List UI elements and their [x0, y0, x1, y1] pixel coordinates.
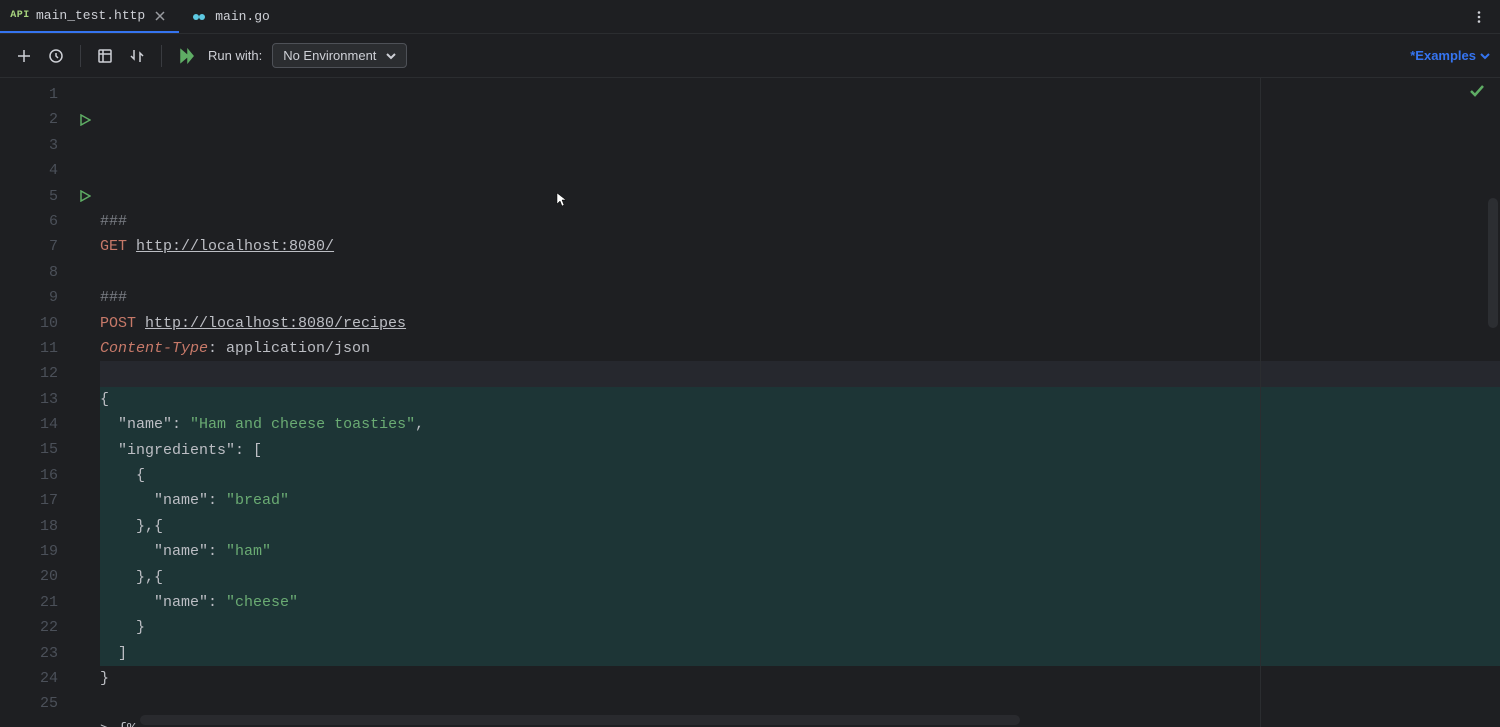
- tab-main-test-http[interactable]: API main_test.http: [0, 0, 179, 33]
- code-line[interactable]: {: [100, 387, 1500, 412]
- gutter-line: 9: [0, 285, 100, 310]
- gutter-line: 8: [0, 260, 100, 285]
- code-line[interactable]: {: [100, 463, 1500, 488]
- tab-label: main_test.http: [36, 8, 145, 23]
- gutter-line: 3: [0, 133, 100, 158]
- go-file-icon: [191, 9, 207, 25]
- code-line[interactable]: },{: [100, 514, 1500, 539]
- gutter-line: 2: [0, 107, 100, 132]
- examples-label: *Examples: [1410, 48, 1476, 63]
- gutter-line: 15: [0, 437, 100, 462]
- gutter-line: 23: [0, 641, 100, 666]
- code-line[interactable]: [100, 691, 1500, 716]
- vertical-scrollbar[interactable]: [1488, 198, 1498, 328]
- code-line[interactable]: ###: [100, 285, 1500, 310]
- gutter-line: 21: [0, 590, 100, 615]
- add-request-button[interactable]: [10, 42, 38, 70]
- code-line[interactable]: GET http://localhost:8080/: [100, 234, 1500, 259]
- chevron-down-icon: [1480, 51, 1490, 61]
- gutter-line: 19: [0, 539, 100, 564]
- gutter-line: 16: [0, 463, 100, 488]
- gutter-line: 4: [0, 158, 100, 183]
- examples-button[interactable]: *Examples: [1410, 48, 1490, 63]
- gutter-line: 1: [0, 82, 100, 107]
- run-request-icon[interactable]: [78, 113, 92, 127]
- gutter-line: 11: [0, 336, 100, 361]
- gutter-line: 12: [0, 361, 100, 386]
- close-icon[interactable]: [153, 9, 167, 23]
- code-line[interactable]: },{: [100, 565, 1500, 590]
- code-line[interactable]: ###: [100, 209, 1500, 234]
- tab-label: main.go: [215, 9, 270, 24]
- convert-button[interactable]: [123, 42, 151, 70]
- gutter-line: 13: [0, 387, 100, 412]
- structure-button[interactable]: [91, 42, 119, 70]
- run-request-icon[interactable]: [78, 189, 92, 203]
- tab-bar: API main_test.http main.go: [0, 0, 1500, 34]
- gutter-line: 17: [0, 488, 100, 513]
- gutter-line: 24: [0, 666, 100, 691]
- run-with-label: Run with:: [208, 48, 262, 63]
- environment-value: No Environment: [283, 48, 376, 63]
- environment-select[interactable]: No Environment: [272, 43, 407, 68]
- gutter-line: 6: [0, 209, 100, 234]
- code-area[interactable]: ###GET http://localhost:8080/###POST htt…: [100, 78, 1500, 727]
- gutter-line: 10: [0, 311, 100, 336]
- gutter-line: 14: [0, 412, 100, 437]
- horizontal-scrollbar[interactable]: [140, 715, 1020, 725]
- tab-options-button[interactable]: [1464, 0, 1494, 33]
- code-line[interactable]: "ingredients": [: [100, 438, 1500, 463]
- gutter-line: 7: [0, 234, 100, 259]
- run-all-button[interactable]: [172, 42, 200, 70]
- toolbar-separator: [161, 45, 162, 67]
- gutter-line: 25: [0, 691, 100, 716]
- code-line[interactable]: Content-Type: application/json: [100, 336, 1500, 361]
- code-line[interactable]: [100, 260, 1500, 285]
- toolbar-separator: [80, 45, 81, 67]
- code-line[interactable]: "name": "Ham and cheese toasties",: [100, 412, 1500, 437]
- chevron-down-icon: [386, 51, 396, 61]
- code-line[interactable]: [100, 361, 1500, 386]
- code-editor[interactable]: 1234567891011121314151617181920212223242…: [0, 78, 1500, 727]
- code-line[interactable]: }: [100, 615, 1500, 640]
- code-line[interactable]: "name": "cheese": [100, 590, 1500, 615]
- inspection-ok-icon[interactable]: [1468, 82, 1486, 100]
- gutter-line: 20: [0, 564, 100, 589]
- code-line[interactable]: POST http://localhost:8080/recipes: [100, 311, 1500, 336]
- code-line[interactable]: "name": "bread": [100, 488, 1500, 513]
- gutter-line: 22: [0, 615, 100, 640]
- http-file-icon: API: [12, 8, 28, 24]
- history-button[interactable]: [42, 42, 70, 70]
- gutter: 1234567891011121314151617181920212223242…: [0, 78, 100, 727]
- mouse-cursor-icon: [502, 167, 514, 183]
- code-line[interactable]: ]: [100, 641, 1500, 666]
- right-margin-guide: [1260, 78, 1261, 727]
- gutter-line: 18: [0, 514, 100, 539]
- code-line[interactable]: "name": "ham": [100, 539, 1500, 564]
- tab-main-go[interactable]: main.go: [179, 0, 282, 33]
- http-toolbar: Run with: No Environment *Examples: [0, 34, 1500, 78]
- gutter-line: 5: [0, 184, 100, 209]
- code-line[interactable]: }: [100, 666, 1500, 691]
